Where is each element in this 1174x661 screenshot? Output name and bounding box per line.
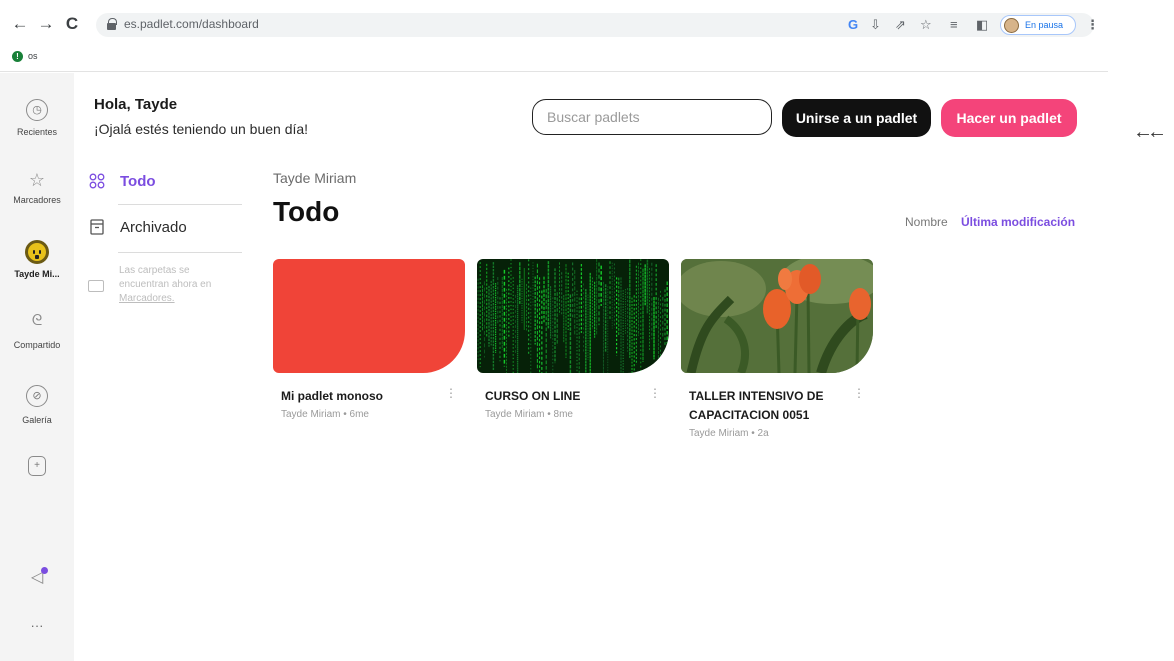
new-padlet-icon: +: [28, 456, 46, 476]
rail-item-notifications[interactable]: ◁: [0, 567, 74, 589]
subnav-label: Archivado: [120, 219, 187, 236]
bookmark-label: os: [28, 51, 38, 61]
clock-icon: ◷: [26, 99, 48, 121]
sort-by-modified[interactable]: Última modificación: [961, 215, 1075, 229]
rail-label: Marcadores: [13, 195, 61, 205]
folder-icon: [88, 280, 104, 292]
install-icon[interactable]: ⇩: [870, 17, 881, 33]
subnav-item-todo[interactable]: Todo: [88, 162, 242, 202]
padlet-thumbnail[interactable]: [681, 259, 873, 373]
padlet-meta: Tayde Miriam • 6me: [281, 409, 369, 420]
rail-label: Tayde Mi...: [14, 269, 60, 279]
profile-status: En pausa: [1025, 20, 1064, 30]
compass-icon: ⊘: [26, 385, 48, 407]
rail-label: Compartido: [13, 340, 61, 350]
reading-list-icon[interactable]: ≡: [950, 17, 958, 33]
menu-icon[interactable]: ⋮: [1086, 17, 1099, 33]
megaphone-icon: ◁: [26, 567, 48, 589]
card-menu-icon[interactable]: ⋮: [853, 387, 865, 399]
url-text: es.padlet.com/dashboard: [124, 17, 259, 31]
more-button[interactable]: ···: [0, 618, 74, 633]
padlet-title: TALLER INTENSIVO DE CAPACITACION 0051: [689, 389, 824, 422]
browser-toolbar: ← → C es.padlet.com/dashboard G ⇩ ⇗ ☆ ≡ …: [0, 0, 1108, 72]
left-rail: ◷ Recientes ☆ Marcadores Tayde Mi... ᘓ C…: [0, 73, 74, 661]
padlet-card[interactable]: CURSO ON LINE Tayde Miriam • 8me ⋮: [477, 259, 669, 420]
make-padlet-button[interactable]: Hacer un padlet: [941, 99, 1077, 137]
greeting-title: Hola, Tayde: [94, 96, 178, 113]
bookmark-favicon-icon: !: [12, 51, 23, 62]
page-title: Todo: [273, 196, 340, 227]
profile-button[interactable]: En pausa: [1000, 15, 1076, 35]
padlet-meta: Tayde Miriam • 8me: [485, 409, 573, 420]
forward-icon[interactable]: →: [36, 14, 56, 34]
rail-item-profile[interactable]: Tayde Mi...: [0, 240, 74, 279]
rail-item-marcadores[interactable]: ☆ Marcadores: [0, 169, 74, 205]
divider: [118, 204, 242, 205]
search-box[interactable]: [532, 99, 772, 135]
rail-item-recientes[interactable]: ◷ Recientes: [0, 99, 74, 137]
padlet-meta: Tayde Miriam • 2a: [689, 428, 769, 439]
padlet-title: Mi padlet monoso: [281, 389, 383, 403]
google-icon[interactable]: G: [848, 17, 858, 33]
side-panel-icon[interactable]: ◧: [976, 17, 988, 33]
address-bar[interactable]: es.padlet.com/dashboard: [96, 13, 1094, 37]
subnav-item-archivado[interactable]: Archivado: [88, 208, 242, 248]
edge-arrows: ←←: [1133, 121, 1167, 143]
rail-item-new[interactable]: +: [0, 456, 74, 476]
padlet-thumbnail[interactable]: [477, 259, 669, 373]
lock-icon: [107, 18, 117, 30]
card-menu-icon[interactable]: ⋮: [445, 387, 457, 399]
padlet-card[interactable]: Mi padlet monoso Tayde Miriam • 6me ⋮: [273, 259, 465, 420]
padlet-title: CURSO ON LINE: [485, 389, 581, 403]
tulips-image: [681, 259, 873, 373]
rail-label: Recientes: [16, 127, 58, 137]
handshake-icon: ᘓ: [31, 312, 43, 329]
greeting-subtitle: ¡Ojalá estés teniendo un buen día!: [94, 121, 309, 137]
sort-by-name[interactable]: Nombre: [905, 215, 948, 229]
back-icon[interactable]: ←: [10, 14, 30, 34]
folder-note-link[interactable]: Marcadores.: [119, 293, 175, 304]
matrix-pattern: [477, 259, 668, 373]
reload-icon[interactable]: C: [62, 14, 82, 34]
owner-name: Tayde Miriam: [273, 170, 357, 186]
avatar-icon: [25, 240, 49, 264]
archive-icon: [88, 219, 106, 238]
padlet-thumbnail[interactable]: [273, 259, 465, 373]
rail-item-compartido[interactable]: ᘓ Compartido: [0, 310, 74, 350]
card-menu-icon[interactable]: ⋮: [649, 387, 661, 399]
grid-icon: [88, 173, 106, 192]
divider: [118, 252, 242, 253]
star-icon[interactable]: ☆: [920, 17, 932, 33]
padlet-card[interactable]: TALLER INTENSIVO DE CAPACITACION 0051 Ta…: [681, 259, 873, 439]
subnav-label: Todo: [120, 173, 156, 190]
star-icon: ☆: [28, 170, 46, 190]
share-icon[interactable]: ⇗: [895, 17, 906, 33]
profile-avatar-icon: [1004, 18, 1019, 33]
search-input[interactable]: [533, 100, 771, 134]
rail-item-galeria[interactable]: ⊘ Galería: [0, 385, 74, 425]
join-padlet-button[interactable]: Unirse a un padlet: [782, 99, 931, 137]
rail-label: Galería: [22, 415, 52, 425]
folder-note-text: Las carpetas se encuentran ahora en: [119, 265, 212, 290]
notification-dot: [41, 567, 48, 574]
